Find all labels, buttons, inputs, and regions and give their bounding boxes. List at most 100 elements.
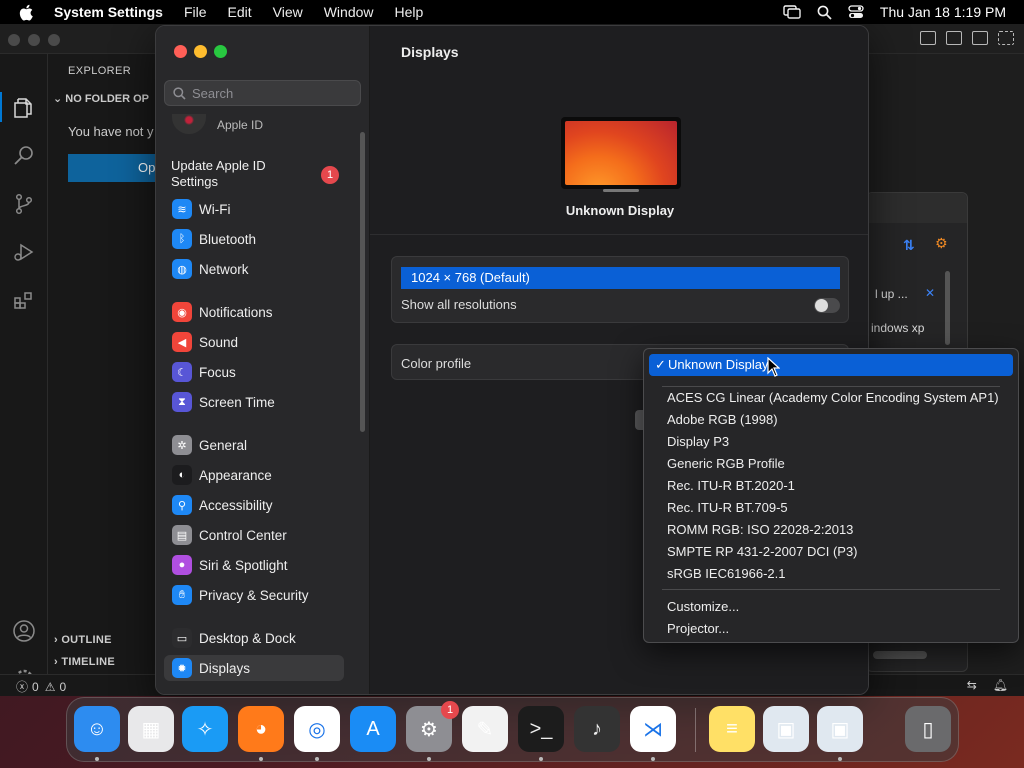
remove-icon[interactable]: ✕ xyxy=(925,286,935,300)
color-profile-option[interactable]: Display P3 xyxy=(649,431,1013,453)
color-profile-option[interactable]: ACES CG Linear (Academy Color Encoding S… xyxy=(649,387,1013,409)
toggle-primary-sidebar-icon[interactable] xyxy=(920,31,936,45)
show-all-resolutions-toggle[interactable] xyxy=(814,298,840,313)
sidebar-item-privacy-security[interactable]: ✋︎ Privacy & Security xyxy=(164,582,344,608)
sidebar-item-network[interactable]: ◍ Network xyxy=(164,256,344,282)
menu-view[interactable]: View xyxy=(273,4,303,20)
spotlight-search-icon[interactable] xyxy=(817,5,832,20)
toggle-panel-icon[interactable] xyxy=(946,31,962,45)
running-indicator xyxy=(838,757,842,761)
color-profile-option[interactable]: Generic RGB Profile xyxy=(649,453,1013,475)
wifi-icon: ≋ xyxy=(172,199,192,219)
sidebar-item-appearance[interactable]: ◐ Appearance xyxy=(164,462,344,488)
sidebar-item-general[interactable]: ✲ General xyxy=(164,432,344,458)
apple-menu-icon[interactable] xyxy=(16,2,36,22)
sidebar-item-focus[interactable]: ☾ Focus xyxy=(164,359,344,385)
menu-window[interactable]: Window xyxy=(324,4,374,20)
problems-status[interactable]: ⓧ 0 ⚠ 0 xyxy=(16,678,66,695)
sidebar-item-wi-fi[interactable]: ≋ Wi-Fi xyxy=(164,196,344,222)
background-row-1[interactable]: l up ... xyxy=(875,287,908,301)
virtualbox-icon[interactable]: ▣ xyxy=(817,706,863,752)
sidebar-item-control-center[interactable]: ▤ Control Center xyxy=(164,522,344,548)
close-button[interactable] xyxy=(174,45,187,58)
tool-icon[interactable]: ⚙ xyxy=(935,235,948,252)
sidebar-item-bluetooth[interactable]: ᛒ Bluetooth xyxy=(164,226,344,252)
apple-id-row[interactable]: Apple ID xyxy=(170,114,360,136)
menu-file[interactable]: File xyxy=(184,4,207,20)
chrome-icon[interactable]: ◎ xyxy=(294,706,340,752)
appearance-icon: ◐ xyxy=(172,465,192,485)
terminal-icon[interactable]: >_ xyxy=(518,706,564,752)
live-share-icon[interactable]: ⇆ xyxy=(967,678,977,692)
files-icon[interactable] xyxy=(10,94,38,122)
color-profile-option[interactable]: Rec. ITU-R BT.709-5 xyxy=(649,497,1013,519)
virtualbox-icon[interactable]: ▣ xyxy=(763,706,809,752)
app-store-icon[interactable]: A xyxy=(350,706,396,752)
source-control-icon[interactable] xyxy=(10,190,38,218)
sidebar-item-label: Control Center xyxy=(199,527,287,543)
launchpad-icon[interactable]: ▦ xyxy=(128,706,174,752)
color-profile-option[interactable]: sRGB IEC61966-2.1 xyxy=(649,563,1013,585)
dock-settings-badge: 1 xyxy=(441,701,459,719)
sidebar-scrollbar[interactable] xyxy=(360,132,365,432)
menu-edit[interactable]: Edit xyxy=(228,4,252,20)
vscode-zoom-button[interactable] xyxy=(48,34,60,46)
sidebar-item-siri-spotlight[interactable]: ● Siri & Spotlight xyxy=(164,552,344,578)
no-folder-header[interactable]: ⌄ NO FOLDER OP xyxy=(53,92,149,105)
zoom-button[interactable] xyxy=(214,45,227,58)
avatar xyxy=(172,114,206,134)
menu-clock[interactable]: Thu Jan 18 1:19 PM xyxy=(880,4,1006,20)
finder-icon[interactable]: ☺ xyxy=(74,706,120,752)
vscode-icon[interactable]: ⋊ xyxy=(630,706,676,752)
projector-option[interactable]: Projector... xyxy=(649,618,1013,640)
color-profile-option[interactable]: Adobe RGB (1998) xyxy=(649,409,1013,431)
firefox-icon[interactable]: ◕ xyxy=(238,706,284,752)
sidebar-item-label: Bluetooth xyxy=(199,231,257,247)
outline-section[interactable]: › OUTLINE xyxy=(54,634,112,646)
sidebar-item-screen-time[interactable]: ⧗ Screen Time xyxy=(164,389,344,415)
color-profile-option[interactable]: Rec. ITU-R BT.2020-1 xyxy=(649,475,1013,497)
menu-bar: System Settings File Edit View Window He… xyxy=(0,0,1024,24)
toggle-secondary-sidebar-icon[interactable] xyxy=(972,31,988,45)
background-row-2[interactable]: indows xp xyxy=(871,321,924,335)
customize-option[interactable]: Customize... xyxy=(649,596,1013,618)
sidebar-item-desktop-dock[interactable]: ▭ Desktop & Dock xyxy=(164,625,344,651)
background-hscrollbar[interactable] xyxy=(873,651,927,659)
sidebar-item-label: Privacy & Security xyxy=(199,587,309,603)
accounts-icon[interactable] xyxy=(10,617,38,645)
garageband-icon[interactable]: ♪ xyxy=(574,706,620,752)
background-scrollbar[interactable] xyxy=(945,271,950,345)
sort-icon[interactable]: ⇅ xyxy=(903,237,915,254)
trash-icon[interactable]: ▯ xyxy=(905,706,951,752)
sidebar-item-sound[interactable]: ◀ Sound xyxy=(164,329,344,355)
sun-icon: ✹ xyxy=(172,658,192,678)
screen-mirroring-icon[interactable] xyxy=(783,5,801,19)
textedit-icon[interactable]: ✎ xyxy=(462,706,508,752)
minimize-button[interactable] xyxy=(194,45,207,58)
search-icon[interactable] xyxy=(10,142,38,170)
monitor-stand xyxy=(603,189,639,192)
search-field[interactable]: Search xyxy=(164,80,361,106)
menu-item-unknown-display[interactable]: ✓ Unknown Display xyxy=(649,354,1013,376)
sidebar-item-displays[interactable]: ✹ Displays xyxy=(164,655,344,681)
color-profile-option[interactable]: SMPTE RP 431-2-2007 DCI (P3) xyxy=(649,541,1013,563)
timeline-section[interactable]: › TIMELINE xyxy=(54,656,115,668)
notes-icon[interactable]: ≡ xyxy=(709,706,755,752)
vscode-close-button[interactable] xyxy=(8,34,20,46)
menu-app-name[interactable]: System Settings xyxy=(54,4,163,20)
notifications-bell-icon[interactable]: 🔔︎ xyxy=(993,678,1008,692)
sidebar-item-notifications[interactable]: ◉ Notifications xyxy=(164,299,344,325)
run-debug-icon[interactable] xyxy=(10,238,38,266)
vscode-minimize-button[interactable] xyxy=(28,34,40,46)
sidebar-item-label: Desktop & Dock xyxy=(199,630,296,646)
control-center-icon[interactable] xyxy=(848,5,864,19)
resolution-option-selected[interactable]: 1024 × 768 (Default) xyxy=(401,267,840,289)
customize-layout-icon[interactable] xyxy=(998,31,1014,45)
safari-icon[interactable]: ✧ xyxy=(182,706,228,752)
extensions-icon[interactable] xyxy=(10,286,38,314)
display-thumbnail[interactable] xyxy=(561,117,681,189)
color-profile-option[interactable]: ROMM RGB: ISO 22028-2:2013 xyxy=(649,519,1013,541)
display-name: Unknown Display xyxy=(565,203,675,218)
sidebar-item-accessibility[interactable]: ⚲ Accessibility xyxy=(164,492,344,518)
menu-help[interactable]: Help xyxy=(395,4,424,20)
